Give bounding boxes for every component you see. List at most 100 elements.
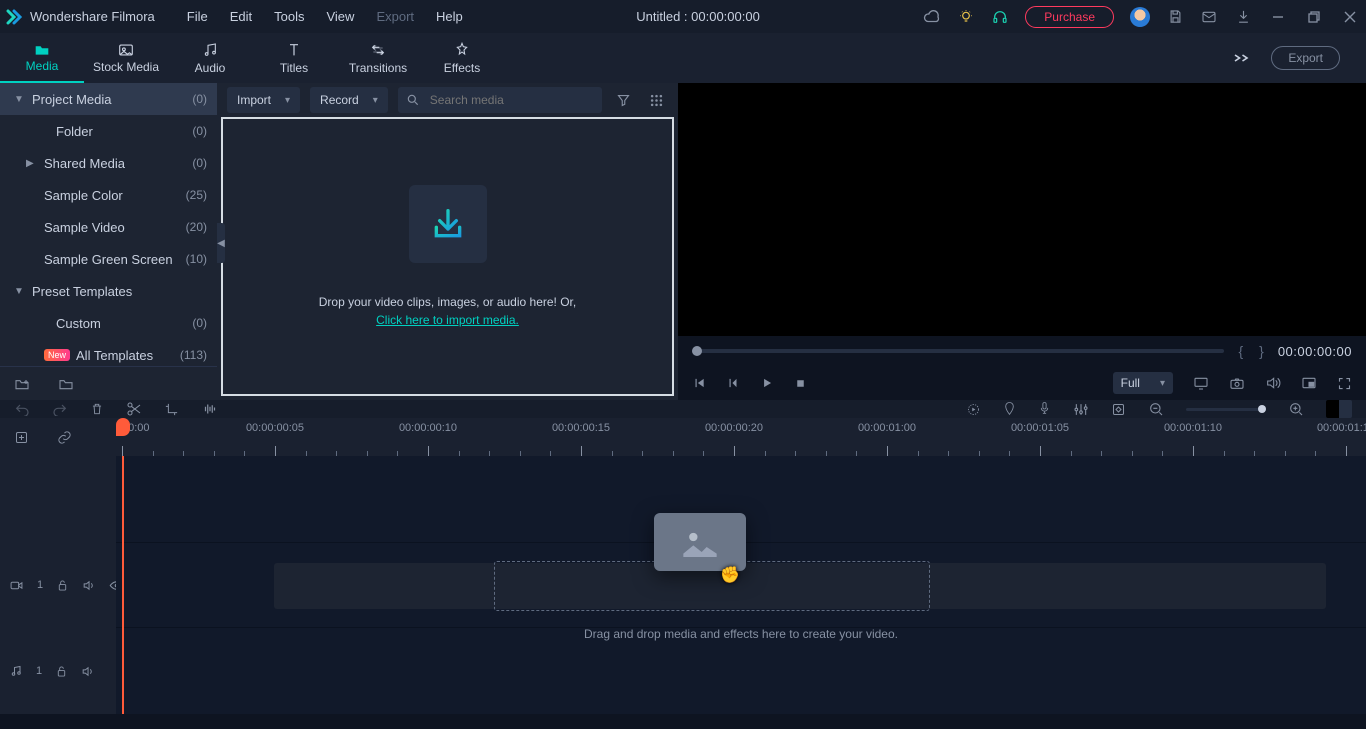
media-sidebar: ▼ Project Media (0) Folder (0) ▶ Shared … bbox=[0, 83, 217, 400]
crop-icon[interactable] bbox=[164, 402, 179, 417]
sidebar-item-preset-templates[interactable]: ▼ Preset Templates bbox=[0, 275, 217, 307]
sidebar-collapse-handle[interactable]: ◀ bbox=[217, 223, 225, 263]
sidebar-item-shared-media[interactable]: ▶ Shared Media (0) bbox=[0, 147, 217, 179]
tab-transitions[interactable]: Transitions bbox=[336, 33, 420, 83]
chevron-down-icon: ▾ bbox=[1160, 378, 1165, 389]
add-track-icon[interactable] bbox=[14, 430, 29, 445]
preview-quality-dropdown[interactable]: Full ▾ bbox=[1113, 372, 1173, 394]
display-icon[interactable] bbox=[1193, 376, 1209, 390]
dragged-media-thumbnail bbox=[654, 513, 746, 571]
mark-out-icon[interactable]: } bbox=[1257, 343, 1266, 359]
sidebar-item-custom[interactable]: Custom (0) bbox=[0, 307, 217, 339]
sidebar-item-project-media[interactable]: ▼ Project Media (0) bbox=[0, 83, 217, 115]
tracks-area[interactable]: ✊ Drag and drop media and effects here t… bbox=[116, 456, 1366, 714]
record-dropdown[interactable]: Record ▾ bbox=[310, 87, 388, 113]
grab-cursor-icon: ✊ bbox=[720, 565, 740, 585]
keyframe-icon[interactable] bbox=[1111, 402, 1126, 417]
import-dropdown[interactable]: Import ▾ bbox=[227, 87, 300, 113]
lightbulb-icon[interactable] bbox=[957, 8, 975, 26]
export-button[interactable]: Export bbox=[1271, 46, 1340, 70]
play-button[interactable] bbox=[760, 376, 774, 390]
fullscreen-icon[interactable] bbox=[1337, 376, 1352, 391]
headphones-icon[interactable] bbox=[991, 8, 1009, 26]
cloud-icon[interactable] bbox=[923, 8, 941, 26]
sidebar-item-sample-green-screen[interactable]: Sample Green Screen (10) bbox=[0, 243, 217, 275]
import-icon bbox=[409, 185, 487, 263]
document-title: Untitled : 00:00:00:00 bbox=[473, 9, 924, 24]
menu-view[interactable]: View bbox=[316, 5, 364, 28]
import-media-link[interactable]: Click here to import media. bbox=[376, 313, 519, 327]
folder-icon[interactable] bbox=[58, 377, 74, 391]
sidebar-item-folder[interactable]: Folder (0) bbox=[0, 115, 217, 147]
tab-audio[interactable]: Audio bbox=[168, 33, 252, 83]
menu-tools[interactable]: Tools bbox=[264, 5, 314, 28]
sidebar-item-sample-color[interactable]: Sample Color (25) bbox=[0, 179, 217, 211]
playhead[interactable] bbox=[122, 456, 124, 714]
menu-help[interactable]: Help bbox=[426, 5, 473, 28]
mute-icon[interactable] bbox=[81, 665, 94, 678]
new-folder-icon[interactable] bbox=[14, 377, 30, 391]
frame-back-button[interactable] bbox=[726, 376, 740, 390]
media-search[interactable] bbox=[398, 87, 602, 113]
ruler-label: 00:00:01:10 bbox=[1164, 422, 1222, 434]
save-icon[interactable] bbox=[1166, 8, 1184, 26]
sidebar-item-all-templates[interactable]: New All Templates (113) bbox=[0, 339, 217, 366]
mark-in-icon[interactable]: { bbox=[1236, 343, 1245, 359]
seek-slider[interactable] bbox=[692, 349, 1224, 353]
media-drop-zone[interactable]: Drop your video clips, images, or audio … bbox=[221, 117, 674, 396]
app-logo-icon bbox=[6, 9, 22, 25]
mail-icon[interactable] bbox=[1200, 8, 1218, 26]
tab-stock-media[interactable]: Stock Media bbox=[84, 33, 168, 83]
preview-panel: { } 00:00:00:00 Full ▾ bbox=[678, 83, 1366, 400]
redo-button[interactable] bbox=[52, 402, 68, 416]
audio-track-number: 1 bbox=[36, 665, 42, 677]
render-icon[interactable] bbox=[966, 402, 981, 417]
marker-icon[interactable] bbox=[1003, 401, 1016, 417]
ruler-label: 00:00:01:05 bbox=[1011, 422, 1069, 434]
split-button[interactable] bbox=[126, 401, 142, 417]
tab-effects[interactable]: Effects bbox=[420, 33, 504, 83]
ruler-label: 00:00:01:15 bbox=[1317, 422, 1366, 434]
timeline-size-toggle[interactable] bbox=[1326, 400, 1352, 418]
filter-icon[interactable] bbox=[612, 89, 635, 112]
video-track[interactable]: ✊ Drag and drop media and effects here t… bbox=[116, 542, 1366, 628]
undo-button[interactable] bbox=[14, 402, 30, 416]
tab-label: Stock Media bbox=[93, 60, 159, 74]
playhead-grip-icon[interactable] bbox=[116, 418, 130, 436]
window-close-button[interactable] bbox=[1340, 11, 1360, 23]
mixer-icon[interactable] bbox=[1073, 402, 1089, 417]
tab-titles[interactable]: Titles bbox=[252, 33, 336, 83]
menu-edit[interactable]: Edit bbox=[220, 5, 262, 28]
lock-icon[interactable] bbox=[57, 579, 68, 592]
audio-waveform-icon[interactable] bbox=[201, 402, 219, 416]
sidebar-item-sample-video[interactable]: Sample Video (20) bbox=[0, 211, 217, 243]
tab-media[interactable]: Media bbox=[0, 33, 84, 83]
zoom-in-button[interactable] bbox=[1288, 401, 1304, 417]
snapshot-icon[interactable] bbox=[1229, 376, 1245, 390]
download-icon[interactable] bbox=[1234, 8, 1252, 26]
audio-track-header: 1 bbox=[0, 628, 116, 714]
voiceover-icon[interactable] bbox=[1038, 401, 1051, 417]
purchase-button[interactable]: Purchase bbox=[1025, 6, 1114, 28]
lock-icon[interactable] bbox=[56, 665, 67, 678]
step-back-button[interactable] bbox=[692, 376, 706, 390]
volume-icon[interactable] bbox=[1265, 375, 1281, 391]
record-label: Record bbox=[320, 93, 359, 107]
title-right-controls: Purchase bbox=[923, 6, 1360, 28]
zoom-out-button[interactable] bbox=[1148, 401, 1164, 417]
search-input[interactable] bbox=[428, 92, 594, 108]
grid-view-icon[interactable] bbox=[645, 89, 668, 112]
zoom-slider[interactable] bbox=[1186, 408, 1266, 411]
preview-viewport bbox=[678, 83, 1366, 336]
delete-button[interactable] bbox=[90, 401, 104, 417]
pip-icon[interactable] bbox=[1301, 376, 1317, 390]
window-maximize-button[interactable] bbox=[1304, 11, 1324, 23]
stop-button[interactable] bbox=[794, 377, 807, 390]
search-icon bbox=[406, 93, 420, 107]
window-minimize-button[interactable] bbox=[1268, 11, 1288, 23]
link-icon[interactable] bbox=[57, 430, 72, 445]
menu-file[interactable]: File bbox=[177, 5, 218, 28]
tabs-more-button[interactable] bbox=[1221, 33, 1261, 83]
user-avatar[interactable] bbox=[1130, 7, 1150, 27]
mute-icon[interactable] bbox=[82, 579, 95, 592]
